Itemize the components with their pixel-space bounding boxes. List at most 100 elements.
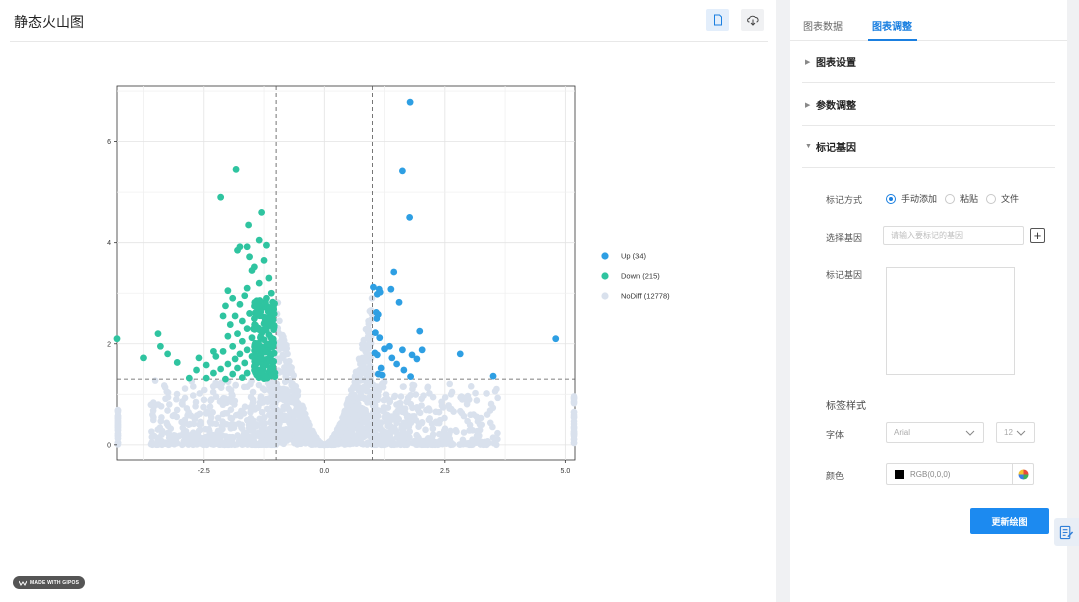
nodiff-point bbox=[212, 393, 220, 400]
nodiff-point bbox=[232, 381, 239, 389]
nodiff-point bbox=[211, 434, 219, 442]
nodiff-point bbox=[458, 409, 466, 417]
up-point bbox=[390, 268, 398, 276]
nodiff-point bbox=[480, 441, 487, 449]
nodiff-point bbox=[173, 413, 181, 421]
nodiff-point bbox=[160, 439, 167, 447]
add-gene-button[interactable]: + bbox=[1030, 228, 1045, 243]
up-point bbox=[373, 315, 381, 322]
nodiff-point bbox=[284, 366, 292, 374]
plus-icon: + bbox=[1033, 228, 1042, 243]
gene-search-input[interactable] bbox=[883, 226, 1024, 245]
radio-button[interactable] bbox=[986, 193, 997, 204]
section-mark-genes[interactable]: ▼ 标记基因 bbox=[802, 126, 1055, 168]
nodiff-point bbox=[447, 391, 455, 398]
nodiff-point bbox=[363, 383, 371, 391]
down-point bbox=[210, 369, 217, 377]
nodiff-point bbox=[325, 440, 332, 448]
nodiff-point bbox=[464, 417, 471, 425]
color-swatch bbox=[895, 469, 904, 479]
nodiff-point bbox=[460, 429, 468, 436]
down-point bbox=[154, 330, 162, 338]
nodiff-point bbox=[240, 383, 248, 391]
radio-button[interactable] bbox=[945, 193, 956, 204]
up-point bbox=[416, 327, 424, 335]
nodiff-point bbox=[420, 392, 427, 399]
section-label: 图表设置 bbox=[816, 58, 856, 69]
radio-file[interactable]: 文件 bbox=[986, 192, 1019, 205]
copy-button[interactable] bbox=[706, 9, 729, 31]
nodiff-point bbox=[157, 402, 165, 410]
legend-label: Up (34) bbox=[621, 252, 647, 261]
color-field[interactable]: RGB(0,0,0) bbox=[886, 463, 1034, 485]
document-icon bbox=[713, 14, 722, 26]
marked-genes-textarea[interactable] bbox=[886, 267, 1015, 375]
down-point bbox=[264, 340, 272, 348]
up-point bbox=[406, 98, 414, 106]
nodiff-point bbox=[298, 409, 306, 416]
section-param-adjust[interactable]: ▶ 参数调整 bbox=[802, 84, 1055, 126]
nodiff-point bbox=[181, 385, 189, 392]
radio-manual-add[interactable]: 手动添加 bbox=[886, 192, 937, 205]
font-select[interactable]: Arial bbox=[886, 422, 984, 443]
down-point bbox=[224, 360, 232, 368]
down-point bbox=[210, 347, 217, 355]
nodiff-point bbox=[207, 397, 214, 404]
radio-button[interactable] bbox=[886, 193, 896, 204]
nodiff-point bbox=[361, 367, 368, 375]
nodiff-point bbox=[416, 409, 424, 417]
tab-chart-adjust[interactable]: 图表调整 bbox=[872, 18, 912, 33]
nodiff-point bbox=[344, 405, 351, 412]
up-point bbox=[370, 283, 377, 291]
nodiff-point bbox=[404, 429, 412, 437]
nodiff-point bbox=[232, 411, 240, 419]
up-point bbox=[406, 214, 414, 221]
feedback-button[interactable] bbox=[1054, 518, 1079, 546]
nodiff-point bbox=[412, 391, 420, 398]
nodiff-point bbox=[157, 417, 165, 425]
nodiff-point bbox=[478, 421, 486, 429]
down-point bbox=[156, 342, 164, 350]
radio-label: 粘贴 bbox=[960, 194, 979, 204]
nodiff-point bbox=[284, 404, 291, 411]
down-point bbox=[232, 165, 240, 173]
down-point bbox=[264, 319, 272, 327]
down-point bbox=[254, 325, 262, 332]
nodiff-point bbox=[363, 345, 371, 352]
up-point bbox=[456, 350, 464, 358]
nodiff-point bbox=[248, 441, 256, 449]
nodiff-point bbox=[151, 377, 159, 384]
nodiff-point bbox=[438, 402, 446, 410]
section-chart-settings[interactable]: ▶ 图表设置 bbox=[802, 41, 1055, 83]
tab-chart-data[interactable]: 图表数据 bbox=[803, 18, 843, 33]
color-picker-button[interactable] bbox=[1012, 464, 1033, 484]
update-plot-button[interactable]: 更新绘图 bbox=[970, 508, 1049, 534]
nodiff-point bbox=[432, 418, 440, 426]
nodiff-point bbox=[217, 384, 225, 391]
nodiff-point bbox=[350, 384, 358, 392]
nodiff-point bbox=[259, 385, 267, 392]
nodiff-point bbox=[229, 433, 236, 441]
nodiff-point bbox=[333, 430, 340, 438]
made-with-text: MADE WITH GIPOS bbox=[30, 579, 80, 586]
font-size-select[interactable]: 12 bbox=[996, 422, 1035, 443]
down-point bbox=[257, 333, 265, 340]
x-tick-label: 2.5 bbox=[440, 468, 450, 475]
down-point bbox=[267, 334, 275, 342]
nodiff-point bbox=[352, 432, 360, 439]
nodiff-point bbox=[441, 414, 448, 422]
nodiff-point bbox=[181, 431, 189, 439]
nodiff-point bbox=[400, 383, 407, 390]
nodiff-point bbox=[161, 383, 169, 391]
nodiff-point bbox=[281, 427, 288, 435]
nodiff-point bbox=[492, 441, 500, 449]
radio-paste[interactable]: 粘贴 bbox=[945, 192, 978, 205]
nodiff-point bbox=[200, 386, 208, 394]
down-point bbox=[265, 274, 273, 282]
nodiff-point bbox=[293, 401, 300, 409]
nodiff-point bbox=[228, 390, 236, 398]
down-point bbox=[266, 366, 274, 373]
down-point bbox=[243, 346, 251, 354]
nodiff-point bbox=[483, 390, 490, 397]
download-button[interactable] bbox=[741, 9, 764, 31]
